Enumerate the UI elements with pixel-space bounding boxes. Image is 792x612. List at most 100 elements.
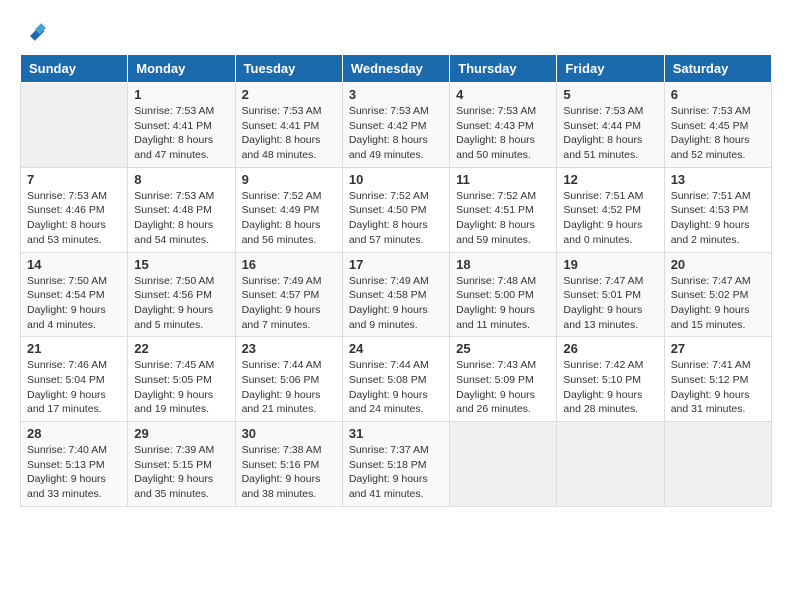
day-number: 27 <box>671 341 765 356</box>
day-number: 19 <box>563 257 657 272</box>
day-info: Sunrise: 7:47 AMSunset: 5:01 PMDaylight:… <box>563 274 657 333</box>
day-info: Sunrise: 7:49 AMSunset: 4:57 PMDaylight:… <box>242 274 336 333</box>
calendar-cell: 19 Sunrise: 7:47 AMSunset: 5:01 PMDayligh… <box>557 252 664 337</box>
weekday-header-cell: Tuesday <box>235 55 342 83</box>
day-number: 5 <box>563 87 657 102</box>
calendar-cell <box>450 422 557 507</box>
day-number: 9 <box>242 172 336 187</box>
calendar-cell <box>664 422 771 507</box>
calendar-cell: 22 Sunrise: 7:45 AMSunset: 5:05 PMDayligh… <box>128 337 235 422</box>
calendar-table: SundayMondayTuesdayWednesdayThursdayFrid… <box>20 54 772 507</box>
calendar-cell: 13 Sunrise: 7:51 AMSunset: 4:53 PMDayligh… <box>664 167 771 252</box>
calendar-week-row: 21Sunrise: 7:46 AMSunset: 5:04 PMDayligh… <box>21 337 772 422</box>
logo-bird-icon <box>22 20 46 44</box>
weekday-header-cell: Thursday <box>450 55 557 83</box>
day-number: 23 <box>242 341 336 356</box>
day-info: Sunrise: 7:53 AMSunset: 4:45 PMDaylight:… <box>671 104 765 163</box>
day-number: 8 <box>134 172 228 187</box>
day-number: 15 <box>134 257 228 272</box>
calendar-cell: 10 Sunrise: 7:52 AMSunset: 4:50 PMDayligh… <box>342 167 449 252</box>
calendar-cell: 24 Sunrise: 7:44 AMSunset: 5:08 PMDayligh… <box>342 337 449 422</box>
day-number: 16 <box>242 257 336 272</box>
weekday-header-cell: Monday <box>128 55 235 83</box>
day-info: Sunrise: 7:49 AMSunset: 4:58 PMDaylight:… <box>349 274 443 333</box>
day-info: Sunrise: 7:50 AMSunset: 4:56 PMDaylight:… <box>134 274 228 333</box>
day-number: 12 <box>563 172 657 187</box>
calendar-week-row: 7 Sunrise: 7:53 AMSunset: 4:46 PMDaylight… <box>21 167 772 252</box>
day-number: 14 <box>27 257 121 272</box>
day-info: Sunrise: 7:52 AMSunset: 4:49 PMDaylight:… <box>242 189 336 248</box>
day-info: Sunrise: 7:41 AMSunset: 5:12 PMDaylight:… <box>671 358 765 417</box>
day-number: 7 <box>27 172 121 187</box>
calendar-cell: 5 Sunrise: 7:53 AMSunset: 4:44 PMDaylight… <box>557 83 664 168</box>
day-number: 20 <box>671 257 765 272</box>
day-info: Sunrise: 7:51 AMSunset: 4:53 PMDaylight:… <box>671 189 765 248</box>
calendar-cell: 29Sunrise: 7:39 AMSunset: 5:15 PMDayligh… <box>128 422 235 507</box>
day-number: 4 <box>456 87 550 102</box>
calendar-cell: 4 Sunrise: 7:53 AMSunset: 4:43 PMDaylight… <box>450 83 557 168</box>
day-number: 28 <box>27 426 121 441</box>
calendar-cell: 2Sunrise: 7:53 AMSunset: 4:41 PMDaylight… <box>235 83 342 168</box>
weekday-header-cell: Wednesday <box>342 55 449 83</box>
day-info: Sunrise: 7:47 AMSunset: 5:02 PMDaylight:… <box>671 274 765 333</box>
day-info: Sunrise: 7:50 AMSunset: 4:54 PMDaylight:… <box>27 274 121 333</box>
day-number: 31 <box>349 426 443 441</box>
calendar-week-row: 28 Sunrise: 7:40 AMSunset: 5:13 PMDayligh… <box>21 422 772 507</box>
calendar-cell: 14 Sunrise: 7:50 AMSunset: 4:54 PMDayligh… <box>21 252 128 337</box>
day-info: Sunrise: 7:53 AMSunset: 4:42 PMDaylight:… <box>349 104 443 163</box>
calendar-cell: 30Sunrise: 7:38 AMSunset: 5:16 PMDayligh… <box>235 422 342 507</box>
day-info: Sunrise: 7:52 AMSunset: 4:50 PMDaylight:… <box>349 189 443 248</box>
calendar-cell: 28 Sunrise: 7:40 AMSunset: 5:13 PMDayligh… <box>21 422 128 507</box>
day-info: Sunrise: 7:44 AMSunset: 5:08 PMDaylight:… <box>349 358 443 417</box>
day-number: 24 <box>349 341 443 356</box>
calendar-body: 1Sunrise: 7:53 AMSunset: 4:41 PMDaylight… <box>21 83 772 507</box>
day-info: Sunrise: 7:38 AMSunset: 5:16 PMDaylight:… <box>242 443 336 502</box>
day-info: Sunrise: 7:48 AMSunset: 5:00 PMDaylight:… <box>456 274 550 333</box>
day-number: 1 <box>134 87 228 102</box>
day-number: 3 <box>349 87 443 102</box>
day-number: 6 <box>671 87 765 102</box>
calendar-cell: 26Sunrise: 7:42 AMSunset: 5:10 PMDayligh… <box>557 337 664 422</box>
calendar-cell: 23 Sunrise: 7:44 AMSunset: 5:06 PMDayligh… <box>235 337 342 422</box>
calendar-cell: 21Sunrise: 7:46 AMSunset: 5:04 PMDayligh… <box>21 337 128 422</box>
day-number: 10 <box>349 172 443 187</box>
weekday-header-cell: Saturday <box>664 55 771 83</box>
day-info: Sunrise: 7:53 AMSunset: 4:44 PMDaylight:… <box>563 104 657 163</box>
day-number: 21 <box>27 341 121 356</box>
calendar-cell: 11 Sunrise: 7:52 AMSunset: 4:51 PMDayligh… <box>450 167 557 252</box>
calendar-week-row: 14 Sunrise: 7:50 AMSunset: 4:54 PMDayligh… <box>21 252 772 337</box>
calendar-cell: 15 Sunrise: 7:50 AMSunset: 4:56 PMDayligh… <box>128 252 235 337</box>
day-number: 2 <box>242 87 336 102</box>
calendar-cell: 20 Sunrise: 7:47 AMSunset: 5:02 PMDayligh… <box>664 252 771 337</box>
day-info: Sunrise: 7:40 AMSunset: 5:13 PMDaylight:… <box>27 443 121 502</box>
calendar-cell: 31 Sunrise: 7:37 AMSunset: 5:18 PMDayligh… <box>342 422 449 507</box>
calendar-cell: 6 Sunrise: 7:53 AMSunset: 4:45 PMDaylight… <box>664 83 771 168</box>
page-header <box>20 20 772 44</box>
day-number: 11 <box>456 172 550 187</box>
day-info: Sunrise: 7:43 AMSunset: 5:09 PMDaylight:… <box>456 358 550 417</box>
day-info: Sunrise: 7:37 AMSunset: 5:18 PMDaylight:… <box>349 443 443 502</box>
day-info: Sunrise: 7:52 AMSunset: 4:51 PMDaylight:… <box>456 189 550 248</box>
day-number: 18 <box>456 257 550 272</box>
calendar-cell: 27 Sunrise: 7:41 AMSunset: 5:12 PMDayligh… <box>664 337 771 422</box>
day-number: 22 <box>134 341 228 356</box>
day-number: 17 <box>349 257 443 272</box>
calendar-cell: 12Sunrise: 7:51 AMSunset: 4:52 PMDayligh… <box>557 167 664 252</box>
day-info: Sunrise: 7:45 AMSunset: 5:05 PMDaylight:… <box>134 358 228 417</box>
day-info: Sunrise: 7:53 AMSunset: 4:46 PMDaylight:… <box>27 189 121 248</box>
calendar-cell: 8Sunrise: 7:53 AMSunset: 4:48 PMDaylight… <box>128 167 235 252</box>
calendar-cell: 1Sunrise: 7:53 AMSunset: 4:41 PMDaylight… <box>128 83 235 168</box>
calendar-cell: 25 Sunrise: 7:43 AMSunset: 5:09 PMDayligh… <box>450 337 557 422</box>
day-number: 13 <box>671 172 765 187</box>
day-info: Sunrise: 7:44 AMSunset: 5:06 PMDaylight:… <box>242 358 336 417</box>
weekday-header-cell: Friday <box>557 55 664 83</box>
day-number: 25 <box>456 341 550 356</box>
calendar-cell: 7 Sunrise: 7:53 AMSunset: 4:46 PMDaylight… <box>21 167 128 252</box>
day-info: Sunrise: 7:53 AMSunset: 4:43 PMDaylight:… <box>456 104 550 163</box>
day-info: Sunrise: 7:39 AMSunset: 5:15 PMDaylight:… <box>134 443 228 502</box>
weekday-header-cell: Sunday <box>21 55 128 83</box>
calendar-cell <box>557 422 664 507</box>
calendar-week-row: 1Sunrise: 7:53 AMSunset: 4:41 PMDaylight… <box>21 83 772 168</box>
logo <box>20 20 46 44</box>
day-info: Sunrise: 7:42 AMSunset: 5:10 PMDaylight:… <box>563 358 657 417</box>
